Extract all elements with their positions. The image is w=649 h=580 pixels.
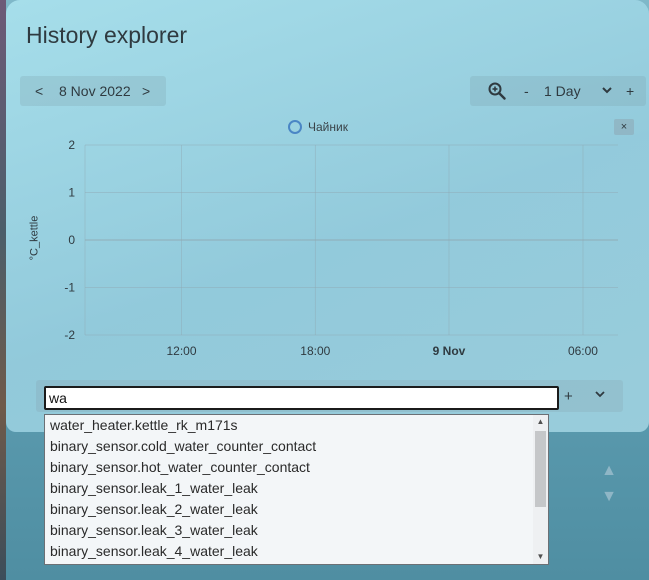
suggestion-item[interactable]: water_heater.kettle_rk_m171s (45, 415, 548, 436)
history-chart: Чайник × °C_kettle 2 1 0 -1 -2 12:00 18:00 9 No… (20, 114, 640, 364)
entity-search-input[interactable] (44, 386, 559, 410)
x-tick-label: 9 Nov (433, 344, 466, 358)
suggestion-item[interactable]: binary_sensor.leak_4_water_leak (45, 541, 548, 562)
zoom-icon[interactable] (488, 82, 506, 100)
y-tick-label: 0 (68, 233, 75, 247)
y-tick-label: -2 (64, 328, 75, 342)
y-tick-label: -1 (64, 281, 75, 295)
expand-options-button[interactable] (594, 388, 606, 403)
entity-search-row: + (36, 380, 623, 412)
entity-suggestions-dropdown: water_heater.kettle_rk_m171s binary_senso… (44, 414, 549, 565)
add-entity-button[interactable]: + (564, 388, 573, 405)
scroll-up-icon[interactable]: ▲ (533, 415, 548, 429)
chart-plot: 2 1 0 -1 -2 12:00 18:00 9 Nov 06:00 (64, 138, 618, 358)
close-chart-button[interactable]: × (614, 119, 634, 135)
y-tick-label: 2 (68, 138, 75, 152)
x-tick-label: 06:00 (568, 344, 598, 358)
chart-legend[interactable]: Чайник (288, 120, 348, 134)
suggestion-item[interactable]: binary_sensor.leak_1_water_leak (45, 478, 548, 499)
dropdown-scrollbar[interactable]: ▲ ▼ (533, 415, 548, 564)
suggestion-item[interactable]: binary_sensor.leak_2_water_leak (45, 499, 548, 520)
prev-day-button[interactable]: < (35, 83, 43, 99)
legend-marker-icon (288, 120, 302, 134)
page-scroll-down-icon[interactable]: ▼ (600, 489, 618, 505)
scrollbar-thumb[interactable] (535, 431, 546, 507)
chevron-down-icon[interactable] (600, 83, 614, 97)
range-select[interactable]: 1 Day (544, 83, 581, 99)
suggestion-item[interactable]: binary_sensor.hot_water_counter_contact (45, 457, 548, 478)
x-tick-label: 18:00 (300, 344, 330, 358)
date-navigation: < 8 Nov 2022 > (20, 76, 166, 106)
suggestion-item[interactable]: binary_sensor.leak_3_water_leak (45, 520, 548, 541)
y-tick-label: 1 (68, 186, 75, 200)
next-day-button[interactable]: > (142, 83, 150, 99)
range-decrease-button[interactable]: - (524, 83, 529, 99)
page-scroll-up-icon[interactable]: ▲ (600, 463, 618, 479)
suggestion-item[interactable]: binary_sensor.cold_water_counter_contact (45, 436, 548, 457)
legend-label: Чайник (308, 120, 348, 134)
y-axis-label: °C_kettle (28, 215, 41, 261)
range-controls: - 1 Day + (470, 76, 646, 106)
page-title: History explorer (26, 22, 188, 48)
range-increase-button[interactable]: + (626, 83, 634, 99)
current-date[interactable]: 8 Nov 2022 (59, 83, 131, 99)
x-tick-label: 12:00 (167, 344, 197, 358)
scroll-down-icon[interactable]: ▼ (533, 550, 548, 564)
